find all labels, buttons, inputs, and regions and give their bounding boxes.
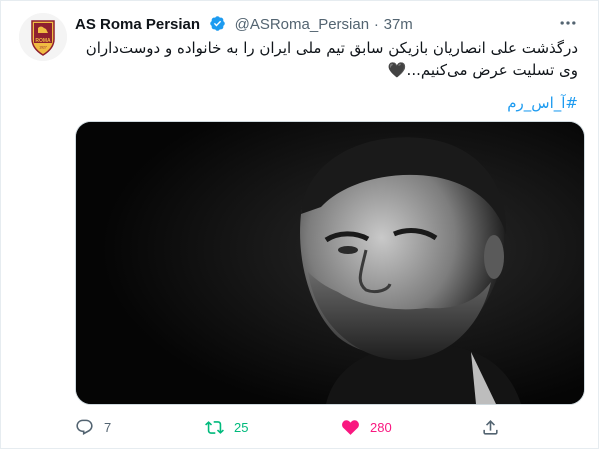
crest-year: 1927: [39, 46, 47, 50]
avatar[interactable]: ROMA 1927: [19, 13, 67, 61]
reply-button[interactable]: 7: [75, 415, 111, 439]
separator-dot: ·: [373, 16, 379, 33]
timestamp[interactable]: 37m: [384, 16, 413, 33]
tweet-header: AS Roma Persian @ASRoma_Persian · 37m: [75, 14, 578, 36]
verified-badge-icon: [210, 16, 225, 31]
tweet-actions: 7 25 280: [75, 415, 535, 439]
retweet-button[interactable]: 25: [205, 415, 248, 439]
tweet-text: درگذشت علی انصاریان بازیکن سابق تیم ملی …: [85, 39, 578, 79]
user-handle[interactable]: @ASRoma_Persian: [235, 16, 369, 33]
like-heart-icon: [342, 419, 359, 435]
portrait-photo: [76, 122, 584, 404]
reply-count: 7: [104, 419, 112, 435]
like-button[interactable]: 280: [341, 415, 392, 439]
display-name[interactable]: AS Roma Persian: [75, 16, 200, 33]
like-count: 280: [370, 419, 392, 435]
roma-crest-logo: ROMA 1927: [19, 13, 67, 61]
share-icon: [483, 419, 498, 435]
crest-text: ROMA: [35, 38, 51, 44]
reply-icon: [76, 419, 93, 435]
share-button[interactable]: [481, 415, 510, 439]
more-options-icon[interactable]: [558, 13, 578, 33]
hashtag-link[interactable]: #آ_اس_رم: [507, 93, 578, 113]
retweet-icon: [205, 420, 224, 434]
retweet-count: 25: [234, 419, 249, 435]
tweet-photo[interactable]: [75, 121, 585, 405]
tweet-card[interactable]: ROMA 1927 AS Roma Persian @ASRoma_Persia…: [0, 0, 599, 449]
